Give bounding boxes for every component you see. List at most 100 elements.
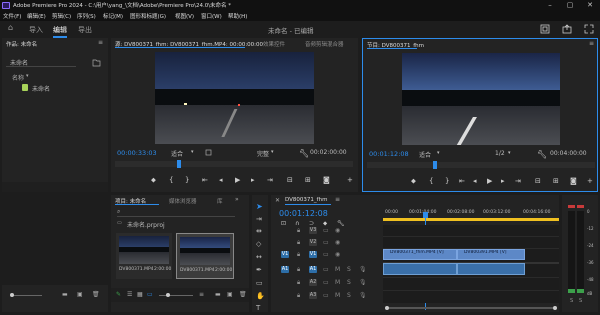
source-playhead[interactable] [177,160,181,168]
icon-view-icon[interactable]: ▦ [137,291,143,298]
go-to-out-icon[interactable]: ⇥ [267,176,273,184]
mic-icon[interactable]: 🎙︎ [359,279,367,286]
wrench-icon[interactable]: 🔧︎ [299,149,309,158]
zoom-right-handle[interactable] [553,306,557,310]
mute-icon[interactable]: M [335,292,340,299]
add-button-icon[interactable]: + [347,176,353,184]
source-patch-a1[interactable]: A1 [281,266,289,273]
timeline-tab[interactable]: DV800371_fhm [285,197,327,203]
effect-controls-tab[interactable]: 效果控件 [263,40,285,48]
play-icon[interactable]: ▶ [235,176,240,184]
new-item-icon[interactable]: ▣ [227,291,233,298]
sync-lock-icon[interactable]: ▭ [323,279,329,286]
fullscreen-icon[interactable] [584,24,594,34]
workspaces-icon[interactable] [540,24,550,34]
close-button[interactable]: ✕ [580,0,600,11]
insert-icon[interactable]: ⊟ [287,176,293,184]
mic-icon[interactable]: 🎙︎ [359,292,367,299]
overwrite-icon[interactable]: ⊞ [305,176,311,184]
settings-wrench-icon[interactable] [205,149,212,156]
share-icon[interactable] [562,24,572,34]
pen-tool-icon[interactable]: ✒ [256,266,262,274]
solo-icon[interactable]: S [347,266,351,273]
marker-icon[interactable]: ⬥ [151,176,156,185]
track-label-a2[interactable]: A2 [309,279,317,286]
list-view-icon[interactable]: ☰ [127,291,132,298]
lock-icon[interactable]: 🔒︎ [297,279,300,287]
program-add-icon[interactable]: + [587,177,593,185]
timeline-close-icon[interactable]: ✕ [275,197,280,204]
lock-icon[interactable]: 🔒︎ [297,266,300,274]
razor-tool-icon[interactable]: ◇ [256,240,261,248]
program-video-frame[interactable] [402,53,560,145]
zoom-slider-handle[interactable] [166,293,170,297]
program-playhead[interactable] [433,161,437,169]
eye-icon[interactable]: ◉ [335,251,340,258]
step-forward-icon[interactable]: ▸ [251,176,255,184]
program-go-out-icon[interactable]: ⇥ [515,177,521,185]
ripple-edit-tool-icon[interactable]: ⇹ [256,227,262,235]
audio-mixer-tab[interactable]: 音频剪辑混合器 [305,40,344,48]
tab-export[interactable]: 导出 [78,25,92,35]
program-play-icon[interactable]: ▶ [487,177,492,185]
clip-indicator-right[interactable] [577,205,584,208]
track-label-v3[interactable]: V3 [309,227,317,234]
menu-edit[interactable]: 编辑(E) [27,12,46,20]
tab-import[interactable]: 导入 [29,25,43,35]
work-area-bar[interactable] [383,218,559,221]
selection-tool-icon[interactable]: ➤ [256,202,263,211]
go-to-in-icon[interactable]: ⇤ [202,176,208,184]
audio-clip-1[interactable] [383,263,457,275]
column-name-header[interactable]: 名称 [12,73,24,82]
sort-icon[interactable]: ≡ [199,291,204,298]
program-timecode[interactable]: 00:01:12:08 [369,150,409,158]
project-search-input[interactable]: ⌕ [117,208,235,217]
timeline-menu-icon[interactable]: ≡ [335,196,340,203]
lock-icon[interactable]: 🔒︎ [297,292,300,300]
work-trash-icon[interactable]: 🗑︎ [92,291,100,298]
program-menu-icon[interactable]: ≡ [589,40,594,47]
project-item-2[interactable]: DV800371.MP4 2:00:00 [176,233,234,279]
menu-clip[interactable]: 剪辑(C) [52,12,71,20]
hand-tool-icon[interactable]: ✋ [256,292,265,300]
work-tab[interactable]: 作品: 未命名 [6,40,37,48]
mark-in-icon[interactable]: { [169,176,173,184]
folder-icon[interactable]: ▬ [215,291,221,298]
sync-lock-icon[interactable]: ▭ [323,239,329,246]
more-tabs-icon[interactable]: » [235,196,239,203]
slip-tool-icon[interactable]: ↔ [256,253,262,261]
step-back-icon[interactable]: ◂ [219,176,223,184]
maximize-button[interactable]: ▢ [560,0,580,11]
timeline-zoom-bar[interactable] [383,304,559,310]
timeline-ruler[interactable]: 00:00 00:01:04:00 00:02:08:00 00:03:12:0… [383,208,559,218]
solo-right-button[interactable]: S [579,298,582,304]
lock-icon[interactable]: 🔒︎ [297,227,300,235]
program-wrench-icon[interactable]: 🔧︎ [537,150,547,159]
program-go-in-icon[interactable]: ⇤ [459,177,465,185]
work-zoom-slider[interactable] [12,295,42,296]
work-folder-field[interactable]: 未命名 [6,58,76,67]
menu-graphics[interactable]: 图形和标题(G) [130,12,166,20]
source-video-frame[interactable] [155,52,314,144]
lock-icon[interactable]: 🔒︎ [297,239,300,247]
track-select-tool-icon[interactable]: ⇥ [256,215,262,223]
program-marker-icon[interactable]: ⬥ [411,177,416,186]
menu-view[interactable]: 视图(V) [175,12,194,20]
program-step-forward-icon[interactable]: ▸ [501,177,505,185]
program-fit-select[interactable]: 适合 [419,150,431,159]
video-clip-1[interactable]: DV800371_fhm.MP4 [V] [383,249,457,260]
mark-out-icon[interactable]: } [185,176,189,184]
menu-markers[interactable]: 标记(M) [103,12,123,20]
program-camera-icon[interactable]: ◙ [570,177,577,185]
home-icon[interactable]: ⌂ [8,23,13,32]
program-mark-in-icon[interactable]: { [429,177,433,185]
sync-lock-icon[interactable]: ▭ [323,266,329,273]
minimize-button[interactable]: – [540,0,560,11]
freeform-view-icon[interactable]: ▭ [147,291,153,298]
program-ratio-select[interactable]: 1/2 [495,150,505,157]
rectangle-tool-icon[interactable]: ▭ [256,279,263,287]
extract-icon[interactable]: ⊞ [553,177,559,185]
lock-icon[interactable]: 🔒︎ [297,251,300,259]
source-timecode[interactable]: 00:00:33:03 [117,149,157,157]
camera-icon[interactable]: ◙ [323,176,330,184]
